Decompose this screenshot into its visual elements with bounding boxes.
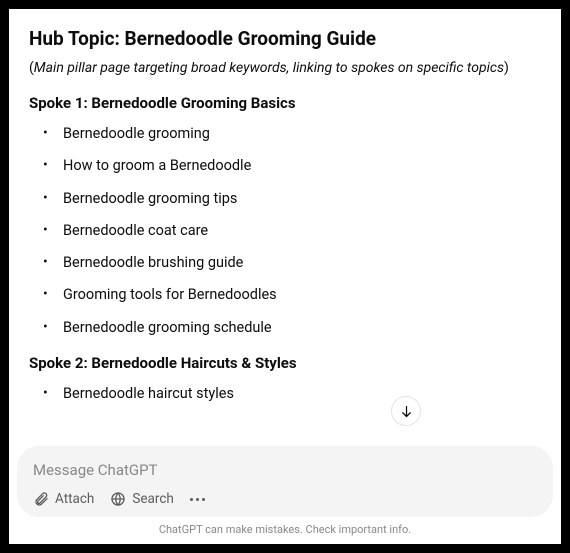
attach-button[interactable]: Attach [33, 491, 94, 507]
spoke-heading: Spoke 1: Bernedoodle Grooming Basics [29, 94, 541, 112]
hub-title: Hub Topic: Bernedoodle Grooming Guide [29, 27, 541, 50]
composer: Attach Search [17, 446, 553, 517]
arrow-down-icon [399, 404, 414, 419]
search-button[interactable]: Search [110, 491, 173, 507]
spoke-heading: Spoke 2: Bernedoodle Haircuts & Styles [29, 354, 541, 372]
paperclip-icon [33, 491, 49, 507]
chat-content: Hub Topic: Bernedoodle Grooming Guide (M… [9, 9, 561, 446]
search-label: Search [132, 491, 173, 507]
list-item: Bernedoodle grooming schedule [29, 318, 541, 338]
spoke-list: Bernedoodle haircut styles [29, 384, 541, 404]
spoke-list: Bernedoodle grooming How to groom a Bern… [29, 124, 541, 338]
spoke-section-1: Spoke 1: Bernedoodle Grooming Basics Ber… [29, 94, 541, 338]
list-item: Bernedoodle grooming tips [29, 189, 541, 209]
chat-app: Hub Topic: Bernedoodle Grooming Guide (M… [9, 9, 561, 544]
globe-icon [110, 491, 126, 507]
list-item: Bernedoodle haircut styles [29, 384, 541, 404]
list-item: How to groom a Bernedoodle [29, 156, 541, 176]
message-input[interactable] [33, 461, 537, 479]
list-item: Bernedoodle brushing guide [29, 253, 541, 273]
more-button[interactable] [190, 498, 205, 501]
more-dots-icon [190, 498, 193, 501]
scroll-down-button[interactable] [391, 396, 421, 426]
composer-actions: Attach Search [33, 491, 537, 507]
spoke-section-2: Spoke 2: Bernedoodle Haircuts & Styles B… [29, 354, 541, 404]
list-item: Bernedoodle coat care [29, 221, 541, 241]
list-item: Grooming tools for Bernedoodles [29, 285, 541, 305]
list-item: Bernedoodle grooming [29, 124, 541, 144]
attach-label: Attach [55, 491, 94, 507]
composer-wrap: Attach Search ChatGPT [9, 446, 561, 544]
disclaimer-text: ChatGPT can make mistakes. Check importa… [17, 517, 553, 540]
hub-subtitle: (Main pillar page targeting broad keywor… [29, 60, 541, 76]
